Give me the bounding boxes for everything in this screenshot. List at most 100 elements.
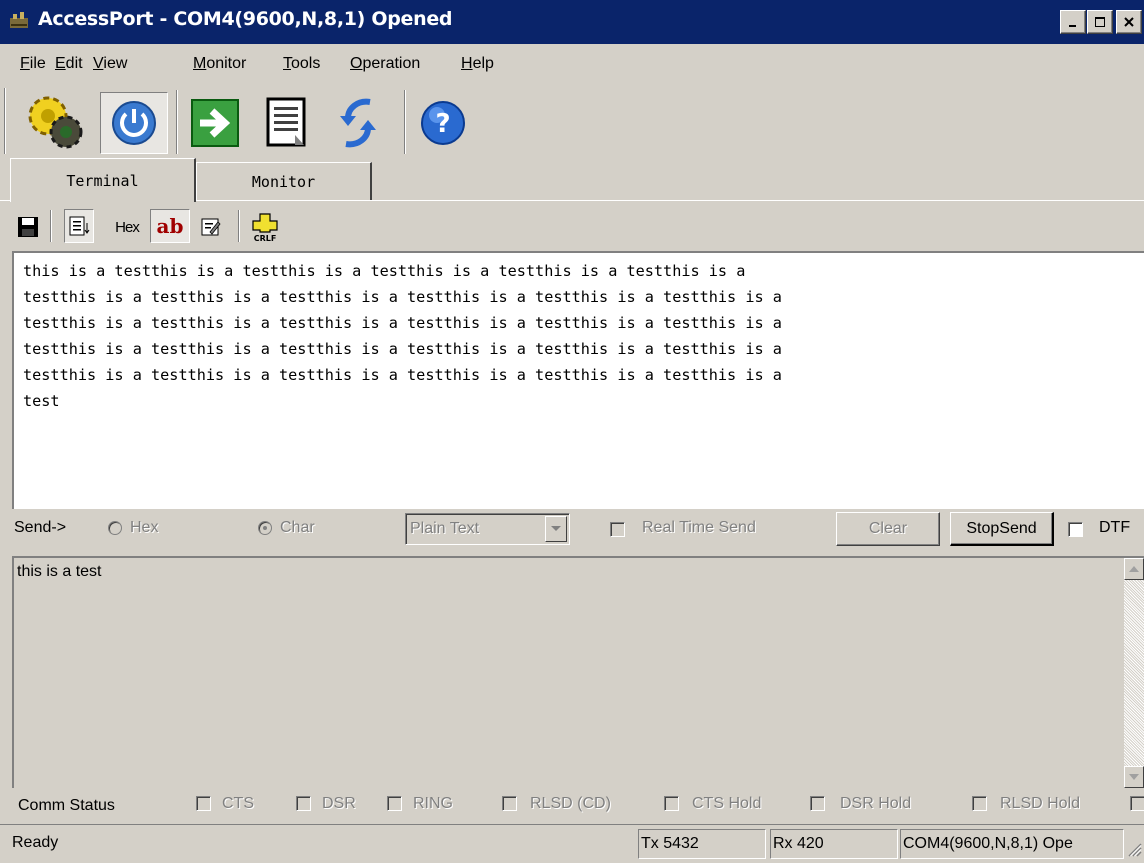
clear-button-label: Clear — [868, 520, 908, 537]
svg-text:?: ? — [435, 109, 450, 139]
edit-document-icon — [201, 218, 221, 236]
crlf-button[interactable]: CRLF — [248, 210, 282, 244]
statusbar-divider — [0, 824, 1144, 825]
cts-checkbox — [196, 796, 211, 811]
help-button[interactable]: ? — [414, 92, 472, 154]
save-button[interactable] — [12, 212, 44, 242]
char-radio[interactable] — [258, 521, 272, 535]
realtime-send-checkbox[interactable] — [610, 522, 625, 537]
status-port: COM4(9600,N,8,1) Ope — [900, 829, 1124, 859]
menu-view[interactable]: View — [93, 55, 127, 73]
toolbar-separator — [238, 210, 240, 242]
realtime-send-label: Real Time Send — [642, 519, 756, 536]
rlsd-label: RLSD (CD) — [530, 795, 611, 812]
send-input[interactable]: this is a test — [12, 556, 1144, 788]
svg-text:CRLF: CRLF — [254, 234, 277, 242]
menu-monitor[interactable]: Monitor — [193, 55, 246, 73]
menu-operation[interactable]: Operation — [350, 55, 420, 73]
tab-terminal-label: Terminal — [66, 171, 139, 190]
cts-label: CTS — [222, 795, 254, 812]
app-icon — [8, 10, 32, 34]
settings-button[interactable] — [14, 90, 98, 154]
minimize-button[interactable] — [1060, 10, 1086, 34]
scroll-up-icon — [1129, 566, 1139, 572]
toolbar-separator — [50, 210, 52, 242]
menu-tools[interactable]: Tools — [283, 55, 320, 73]
main-toolbar: ? — [0, 86, 1144, 158]
rlsd-hold-label: RLSD Hold — [1000, 795, 1081, 812]
status-tx: Tx 5432 — [638, 829, 766, 859]
wrap-text-icon — [69, 216, 90, 236]
comm-status-label: Comm Status — [18, 797, 115, 814]
minimize-icon — [1069, 25, 1076, 27]
tab-terminal[interactable]: Terminal — [10, 158, 196, 202]
refresh-arrows-icon — [340, 98, 376, 148]
document-icon — [266, 97, 306, 147]
terminal-line: testthis is a testthis is a testthis is … — [23, 366, 782, 384]
scroll-up-button[interactable] — [1124, 558, 1144, 580]
hex-radio-label: Hex — [130, 519, 159, 536]
help-icon: ? — [421, 101, 465, 145]
status-tx-text: Tx 5432 — [641, 835, 699, 852]
toolbar-separator — [176, 90, 178, 154]
hex-radio[interactable] — [108, 521, 122, 535]
window-title: AccessPort - COM4(9600,N,8,1) Opened — [38, 8, 453, 30]
title-bar: AccessPort - COM4(9600,N,8,1) Opened — [0, 0, 1144, 44]
resize-grip[interactable] — [1124, 838, 1142, 858]
terminal-line: testthis is a testthis is a testthis is … — [23, 340, 782, 358]
dsr-hold-label: DSR Hold — [840, 795, 912, 812]
floppy-disk-icon — [18, 217, 38, 237]
text-display-button[interactable]: ab — [150, 209, 190, 243]
dsr-hold-checkbox — [810, 796, 825, 811]
ab-label: ab — [156, 214, 184, 238]
maximize-icon — [1095, 17, 1105, 27]
menu-help[interactable]: Help — [461, 55, 494, 73]
terminal-line: test — [23, 392, 60, 410]
char-radio-label: Char — [280, 519, 315, 536]
tab-monitor[interactable]: Monitor — [196, 162, 372, 200]
extra-status-checkbox — [1130, 796, 1144, 811]
scroll-down-icon — [1129, 774, 1139, 780]
terminal-line: testthis is a testthis is a testthis is … — [23, 314, 782, 332]
menu-edit[interactable]: Edit — [55, 55, 83, 73]
terminal-line: testthis is a testthis is a testthis is … — [23, 288, 782, 306]
clear-button[interactable]: Clear — [836, 512, 940, 546]
status-ready: Ready — [10, 829, 638, 859]
ring-checkbox — [387, 796, 402, 811]
maximize-button[interactable] — [1087, 10, 1113, 34]
document-button[interactable] — [258, 92, 316, 154]
rlsd-hold-checkbox — [972, 796, 987, 811]
hex-display-label: Hex — [115, 218, 140, 236]
send-scrollbar[interactable] — [1124, 558, 1144, 788]
menu-bar: File Edit View Monitor Tools Operation H… — [0, 44, 1144, 86]
go-button[interactable] — [186, 92, 244, 154]
cts-hold-checkbox — [664, 796, 679, 811]
dtr-label: DTF — [1099, 519, 1131, 536]
dtr-checkbox[interactable] — [1068, 522, 1083, 537]
rlsd-checkbox — [502, 796, 517, 811]
crlf-icon: CRLF — [252, 213, 278, 242]
ring-label: RING — [413, 795, 453, 812]
format-dropdown-button[interactable] — [545, 516, 567, 542]
terminal-output[interactable]: this is a testthis is a testthis is a te… — [12, 251, 1144, 509]
format-select[interactable]: Plain Text — [405, 513, 570, 545]
go-arrow-icon — [191, 99, 239, 147]
toolbar-grip — [4, 88, 6, 154]
scroll-down-button[interactable] — [1124, 766, 1144, 788]
menu-file[interactable]: File — [20, 55, 46, 73]
hex-display-button[interactable]: Hex — [108, 212, 146, 242]
close-button[interactable] — [1116, 10, 1142, 34]
refresh-button[interactable] — [328, 92, 388, 154]
stopsend-button[interactable]: StopSend — [950, 512, 1054, 546]
autowrap-button[interactable] — [64, 209, 94, 243]
edit-button[interactable] — [194, 212, 228, 242]
toolbar-separator — [404, 90, 406, 154]
status-port-text: COM4(9600,N,8,1) Ope — [903, 835, 1073, 852]
terminal-line: this is a testthis is a testthis is a te… — [23, 262, 746, 280]
chevron-down-icon — [551, 526, 561, 531]
settings-gears-icon — [28, 96, 83, 149]
resize-grip-icon — [1128, 843, 1142, 857]
status-rx: Rx 420 — [770, 829, 898, 859]
dsr-checkbox — [296, 796, 311, 811]
power-button[interactable] — [100, 92, 168, 154]
